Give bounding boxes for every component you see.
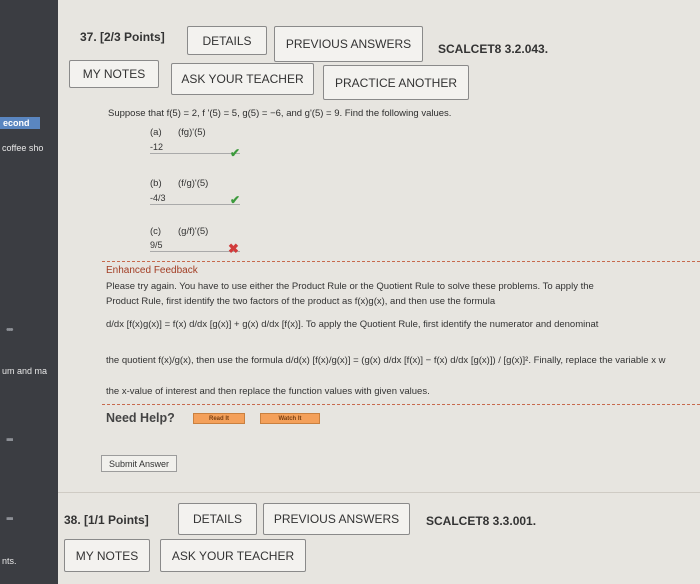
- question-37-number: 37. [2/3 Points]: [80, 30, 165, 44]
- assignment-page: 37. [2/3 Points] DETAILS PREVIOUS ANSWER…: [58, 0, 700, 584]
- sidebar-grid-icon-2: ▪▪▪: [6, 513, 14, 525]
- q38-source-code: SCALCET8 3.3.001.: [426, 514, 537, 528]
- sidebar-item-2[interactable]: coffee sho: [2, 143, 43, 153]
- sidebar-item-1[interactable]: econd: [0, 117, 40, 129]
- part-c-cross-icon: ✖: [228, 241, 239, 256]
- part-b-answer-field[interactable]: -4/3: [150, 193, 240, 205]
- feedback-line-2: Product Rule, first identify the two fac…: [106, 296, 496, 307]
- q37-ask-teacher-button[interactable]: ASK YOUR TEACHER: [171, 63, 314, 95]
- feedback-line-4: the quotient f(x)/g(x), then use the for…: [106, 355, 666, 366]
- q37-previous-answers-button[interactable]: PREVIOUS ANSWERS: [274, 26, 423, 62]
- part-b-label: (b): [150, 178, 162, 189]
- feedback-line-5: the x-value of interest and then replace…: [106, 386, 430, 397]
- left-sidebar: econd coffee sho ••• um and ma ▪▪▪ ▪▪▪ n…: [0, 0, 58, 584]
- part-a-label: (a): [150, 127, 162, 138]
- part-b-expression: (f/g)'(5): [178, 178, 209, 189]
- feedback-title: Enhanced Feedback: [106, 265, 198, 276]
- q38-details-button[interactable]: DETAILS: [178, 503, 257, 535]
- watch-it-button[interactable]: Watch It: [260, 413, 320, 424]
- need-help-label: Need Help?: [106, 411, 175, 425]
- question-divider: [58, 492, 700, 493]
- part-a-check-icon: ✔: [230, 146, 241, 160]
- sidebar-dots-icon: •••: [6, 324, 13, 336]
- q37-my-notes-button[interactable]: MY NOTES: [69, 60, 159, 88]
- feedback-line-1: Please try again. You have to use either…: [106, 281, 594, 292]
- part-a-answer-field[interactable]: -12: [150, 142, 240, 154]
- q38-previous-answers-button[interactable]: PREVIOUS ANSWERS: [263, 503, 410, 535]
- q37-practice-another-button[interactable]: PRACTICE ANOTHER: [323, 65, 469, 100]
- q37-source-code: SCALCET8 3.2.043.: [438, 42, 549, 56]
- sidebar-item-4[interactable]: nts.: [2, 556, 17, 566]
- part-a-expression: (fg)'(5): [178, 127, 206, 138]
- part-c-answer-field[interactable]: 9/5: [150, 240, 240, 252]
- part-b-check-icon: ✔: [230, 193, 241, 207]
- sidebar-item-3[interactable]: um and ma: [2, 366, 47, 376]
- part-c-label: (c): [150, 226, 162, 237]
- read-it-button[interactable]: Read It: [193, 413, 245, 424]
- part-c-expression: (g/f)'(5): [178, 226, 209, 237]
- enhanced-feedback-panel: Enhanced Feedback Please try again. You …: [102, 261, 700, 405]
- question-prompt: Suppose that f(5) = 2, f '(5) = 5, g(5) …: [108, 108, 452, 119]
- q38-my-notes-button[interactable]: MY NOTES: [64, 539, 150, 572]
- q38-ask-teacher-button[interactable]: ASK YOUR TEACHER: [160, 539, 306, 572]
- submit-answer-button[interactable]: Submit Answer: [101, 455, 177, 472]
- q37-details-button[interactable]: DETAILS: [187, 26, 267, 55]
- sidebar-grid-icon: ▪▪▪: [6, 434, 14, 446]
- question-38-number: 38. [1/1 Points]: [64, 513, 149, 527]
- feedback-line-3: d/dx [f(x)g(x)] = f(x) d/dx [g(x)] + g(x…: [106, 319, 599, 330]
